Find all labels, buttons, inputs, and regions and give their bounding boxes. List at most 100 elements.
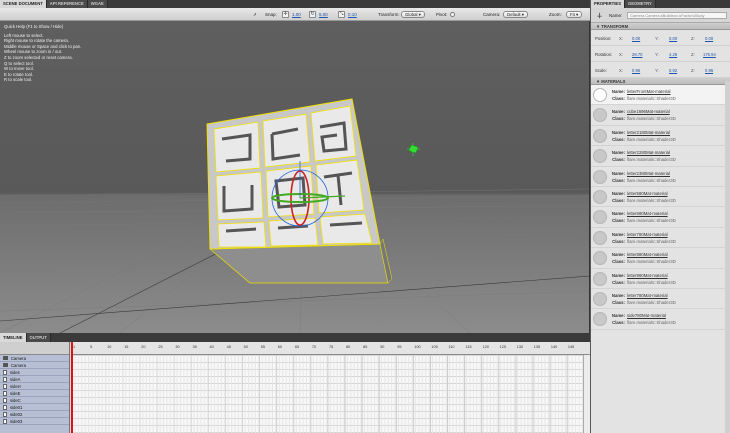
panel-scrollbar[interactable] [725, 81, 730, 433]
material-item[interactable]: Name: letterFrontMat-material Class: fla… [591, 85, 730, 106]
material-name[interactable]: letter780Mat-material [627, 232, 668, 237]
tab-output[interactable]: OUTPUT [26, 333, 51, 342]
quick-help-title: Quick Help (F1 to Show / Hide) [4, 24, 64, 29]
material-name[interactable]: letter780Mat-material [627, 293, 668, 298]
material-name[interactable]: letter580Mat-material [627, 191, 668, 196]
material-name[interactable]: letter2280Mat-material [627, 150, 670, 155]
timeline-tick: 5 [90, 345, 93, 349]
name-field[interactable]: Camera.Camera.kBuildbox.kFactorUBody [627, 12, 727, 19]
timeline-tick: 20 [141, 345, 146, 349]
tab-scene-document[interactable]: SCENE DOCUMENT [0, 0, 47, 8]
materials-section-header[interactable]: ▼ MATERIALS [591, 78, 730, 85]
cube-side-face[interactable] [209, 243, 389, 284]
material-swatch [593, 128, 607, 143]
pivot-label: Pivot: [436, 12, 448, 17]
material-name[interactable]: letter980Mat-material [627, 273, 668, 278]
material-name[interactable]: letter2380Mat-material [627, 171, 670, 176]
position-z[interactable]: 0.00 [705, 36, 713, 41]
tab-properties[interactable]: PROPERTIES [591, 0, 625, 8]
tab-api-reference[interactable]: API REFERENCE [46, 0, 88, 8]
material-item[interactable]: Name: letter580Mat-material Class: flare… [591, 187, 730, 208]
material-class: flare.materials::Shader3D [627, 96, 676, 101]
mesh-icon [3, 390, 7, 396]
timeline-tick: 70 [311, 345, 317, 349]
tab-timeline[interactable]: TIMELINE [0, 333, 27, 342]
timeline-tick: 15 [124, 345, 129, 349]
tab-geometry[interactable]: GEOMETRY [625, 0, 656, 8]
material-class: flare.materials::Shader3D [627, 116, 676, 122]
layer-row[interactable]: side03 [0, 418, 69, 425]
material-item[interactable]: Name: letter680Mat-material Class: flare… [591, 207, 730, 228]
camera-icon [3, 363, 8, 367]
tab-wgae[interactable]: WGAE [87, 0, 108, 8]
rotation-x[interactable]: 28.70 [632, 52, 642, 57]
scale-row: Scale: X: 0.96 Y: 0.92 Z: 0.95 [591, 62, 730, 78]
cursor-icon[interactable]: ➚ [253, 11, 257, 18]
mesh-icon [3, 418, 7, 424]
position-y[interactable]: 0.00 [669, 36, 677, 41]
material-swatch [593, 291, 607, 306]
layer-list-header [0, 342, 69, 355]
material-name[interactable]: cube1696Mat-material [627, 109, 670, 114]
scale-x[interactable]: 0.96 [632, 68, 640, 73]
scale-y[interactable]: 0.92 [669, 68, 677, 73]
transform-select[interactable]: Global ▾ [401, 11, 425, 18]
rotate-snap-value[interactable]: 5.00 [319, 11, 328, 18]
timeline-tick: 90 [380, 345, 385, 349]
material-swatch [593, 312, 607, 327]
light-icon[interactable] [407, 143, 420, 156]
timeline-ruler[interactable]: 1 5 10 15 20 25 30 35 40 45 50 55 60 65 70 75 80 85 90 95 10… [71, 342, 590, 355]
mesh-icon [3, 376, 7, 382]
timeline-tick: 140 [550, 345, 558, 349]
material-item[interactable]: Name: side780Mat-material Class: flare.m… [591, 309, 730, 330]
material-swatch [593, 271, 607, 286]
material-item[interactable]: Name: letter2280Mat-material Class: flar… [591, 146, 730, 167]
position-x[interactable]: 0.00 [632, 36, 640, 41]
move-snap-value[interactable]: 1.00 [292, 11, 301, 18]
material-item[interactable]: Name: letter2380Mat-material Class: flar… [591, 167, 730, 187]
material-item[interactable]: Name: letter980Mat-material Class: flare… [591, 269, 730, 289]
material-class: flare.materials::Shader3D [627, 157, 676, 163]
timeline-tick: 55 [260, 345, 265, 349]
scale-snap-value[interactable]: 0.10 [348, 11, 357, 18]
timeline-tick: 125 [499, 345, 506, 349]
scene-render [0, 98, 589, 333]
timeline-tick: 85 [363, 345, 368, 349]
material-name[interactable]: letterFrontMat-material [627, 89, 670, 94]
timeline-tick: 95 [397, 345, 402, 349]
rotation-z[interactable]: 175.94 [703, 52, 716, 57]
scale-z[interactable]: 0.95 [705, 68, 713, 73]
viewport-toolbar: ➚ Snap: ✛ 1.00 ↻ 5.00 ⤡ 0.10 Transform: … [0, 8, 590, 21]
material-item[interactable]: Name: cube1696Mat-material Class: flare.… [591, 105, 730, 126]
quick-help: Quick Help (F1 to Show / Hide) Left mous… [4, 24, 81, 83]
scale-snap-icon[interactable]: ⤡ [338, 11, 345, 18]
material-item[interactable]: Name: letter780Mat-material Class: flare… [591, 228, 730, 249]
material-name[interactable]: letter680Mat-material [627, 211, 668, 216]
material-swatch [593, 251, 607, 266]
zoom-select[interactable]: Fit ▾ [566, 11, 583, 18]
scene-viewport[interactable]: Quick Help (F1 to Show / Hide) Left mous… [0, 21, 590, 333]
transform-section-header[interactable]: ▼ TRANSFORM [591, 23, 730, 30]
camera-select[interactable]: Default ▾ [503, 11, 528, 18]
material-name[interactable]: side780Mat-material [627, 313, 666, 318]
timeline-tick: 145 [567, 345, 575, 349]
rotate-snap-icon[interactable]: ↻ [309, 11, 316, 18]
material-item[interactable]: Name: letter880Mat-material Class: flare… [591, 248, 730, 269]
timeline-frames[interactable] [71, 355, 583, 433]
material-swatch [593, 189, 607, 204]
rotation-row: Rotation: X: 28.70 Y: 4.28 Z: 175.94 [591, 46, 730, 62]
material-name[interactable]: letter2180Mat-material [627, 130, 670, 135]
snap-label: Snap: [265, 12, 277, 17]
material-item[interactable]: Name: letter2180Mat-material Class: flar… [591, 126, 730, 147]
timeline-layer-list: Camera Camera sides sideA sideH sideE si… [0, 342, 70, 433]
material-item[interactable]: Name: letter780Mat-material Class: flare… [591, 289, 730, 310]
pin-icon[interactable] [596, 12, 603, 19]
timeline-scrollbar[interactable] [583, 355, 590, 433]
pivot-toggle[interactable] [450, 12, 455, 17]
rotation-y[interactable]: 4.28 [669, 52, 677, 57]
move-snap-icon[interactable]: ✛ [282, 11, 289, 18]
material-name[interactable]: letter880Mat-material [627, 252, 668, 257]
timeline-playhead[interactable] [71, 342, 73, 433]
timeline-tick: 50 [243, 345, 248, 349]
timeline-tick: 1 [73, 345, 76, 349]
